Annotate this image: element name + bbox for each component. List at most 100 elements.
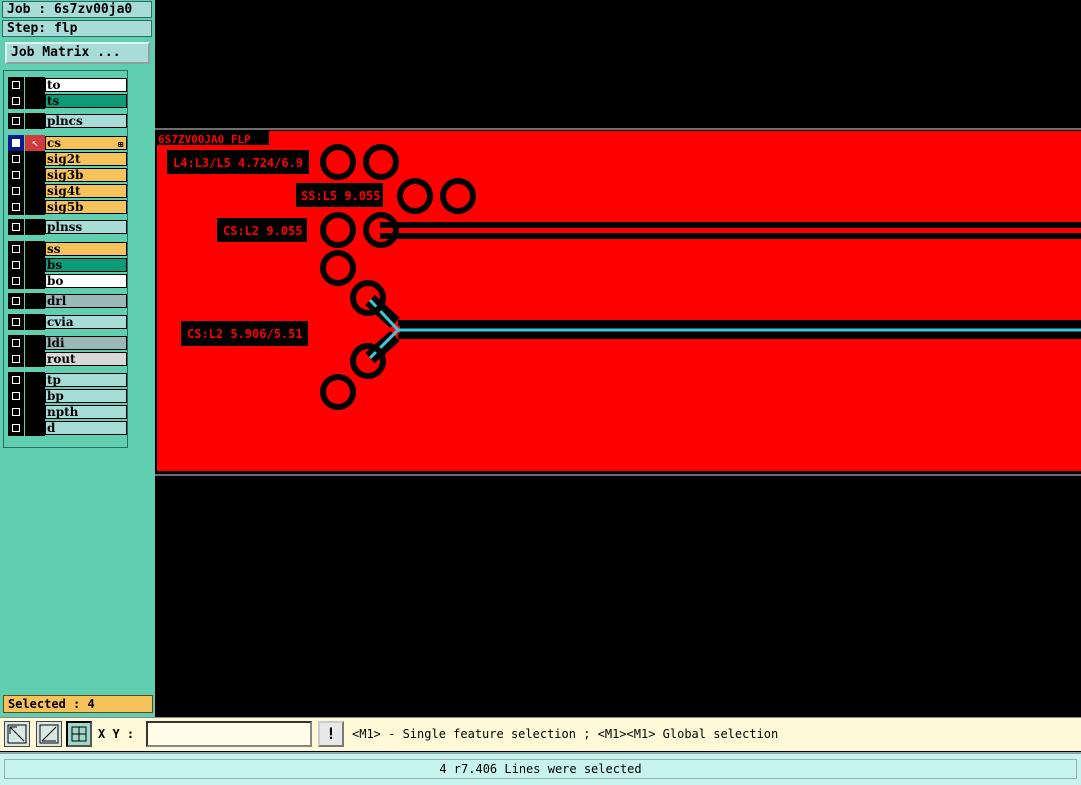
layer-name-text: ss bbox=[47, 242, 61, 256]
layer-name-text: bo bbox=[47, 274, 64, 288]
layer-name[interactable]: tp bbox=[45, 373, 127, 387]
layer-state-cell[interactable] bbox=[25, 293, 45, 309]
layer-name[interactable]: ss bbox=[45, 242, 127, 256]
layer-state-cell[interactable] bbox=[25, 199, 45, 215]
job-matrix-button[interactable]: Job Matrix ... bbox=[5, 42, 150, 64]
layer-state-cell[interactable] bbox=[25, 77, 45, 93]
layer-row-ldi[interactable]: ldi bbox=[8, 335, 128, 351]
layer-row-bo[interactable]: bo bbox=[8, 273, 128, 289]
layer-row-ss[interactable]: ss bbox=[8, 241, 128, 257]
layer-name[interactable]: plnss bbox=[45, 220, 127, 234]
layer-row-cvia[interactable]: cvia bbox=[8, 314, 128, 330]
layer-name[interactable]: ts bbox=[45, 94, 127, 108]
layer-checkbox[interactable] bbox=[8, 257, 24, 273]
layer-row-npth[interactable]: npth bbox=[8, 404, 128, 420]
layer-name[interactable]: plncs bbox=[45, 114, 127, 128]
layer-checkbox[interactable] bbox=[8, 404, 24, 420]
zoom-window-button[interactable] bbox=[4, 721, 30, 747]
layer-name[interactable]: bo bbox=[45, 274, 127, 288]
layer-state-cell[interactable] bbox=[25, 420, 45, 436]
layer-name[interactable]: drl bbox=[45, 294, 127, 308]
layer-checkbox[interactable] bbox=[8, 219, 24, 235]
layer-row-rout[interactable]: rout bbox=[8, 351, 128, 367]
layer-state-cell[interactable] bbox=[25, 113, 45, 129]
layer-state-cell[interactable] bbox=[25, 314, 45, 330]
layer-checkbox[interactable] bbox=[8, 293, 24, 309]
layer-checkbox[interactable] bbox=[8, 199, 24, 215]
layer-checkbox[interactable] bbox=[8, 151, 24, 167]
layer-row-drl[interactable]: drl bbox=[8, 293, 128, 309]
layer-name[interactable]: sig3b bbox=[45, 168, 127, 182]
job-label: Job : 6s7zv00ja0 bbox=[2, 1, 152, 18]
layer-name[interactable]: bs bbox=[45, 258, 127, 272]
layer-row-plnss[interactable]: plnss bbox=[8, 219, 128, 235]
layer-checkbox[interactable] bbox=[8, 93, 24, 109]
layer-state-cell[interactable] bbox=[25, 335, 45, 351]
layer-checkbox[interactable] bbox=[8, 314, 24, 330]
layer-name[interactable]: sig2t bbox=[45, 152, 127, 166]
layer-name[interactable]: npth bbox=[45, 405, 127, 419]
layer-checkbox[interactable] bbox=[8, 167, 24, 183]
step-title-label: 6S7ZV00JA0 FLP bbox=[158, 133, 251, 146]
layer-name[interactable]: ldi bbox=[45, 336, 127, 350]
layer-name-text: cs bbox=[47, 136, 62, 150]
layer-row-bp[interactable]: bp bbox=[8, 388, 128, 404]
layer-name[interactable]: sig4t bbox=[45, 184, 127, 198]
xy-input[interactable] bbox=[146, 721, 312, 747]
layer-name-text: tp bbox=[47, 373, 61, 387]
layer-checkbox[interactable] bbox=[8, 420, 24, 436]
layer-state-cell[interactable] bbox=[25, 241, 45, 257]
layer-checkbox[interactable] bbox=[8, 372, 24, 388]
layer-state-cell[interactable] bbox=[25, 273, 45, 289]
layer-name[interactable]: d bbox=[45, 421, 127, 435]
layer-state-cell[interactable] bbox=[25, 372, 45, 388]
snap-grid-button[interactable] bbox=[66, 721, 92, 747]
layer-checkbox[interactable] bbox=[8, 113, 24, 129]
layer-state-cell[interactable] bbox=[25, 219, 45, 235]
layer-row-sig4t[interactable]: sig4t bbox=[8, 183, 128, 199]
graphic-canvas[interactable]: 6S7ZV00JA0 FLP L4:L3/L5 4.724/6.9 SS:L5 … bbox=[155, 0, 1081, 717]
annotation-label: SS:L5 9.055 bbox=[301, 189, 380, 203]
layer-checkbox[interactable] bbox=[8, 135, 24, 151]
layer-state-cell[interactable] bbox=[25, 183, 45, 199]
layer-state-cell[interactable] bbox=[25, 404, 45, 420]
layer-name[interactable]: to bbox=[45, 78, 127, 92]
layer-row-cs[interactable]: ↖ cs ⊞ bbox=[8, 135, 128, 151]
layer-row-sig5b[interactable]: sig5b bbox=[8, 199, 128, 215]
layer-row-d[interactable]: d bbox=[8, 420, 128, 436]
warning-button[interactable]: ! bbox=[318, 721, 344, 747]
layer-state-cell[interactable] bbox=[25, 257, 45, 273]
layer-state-cell[interactable] bbox=[25, 151, 45, 167]
layer-row-sig2t[interactable]: sig2t bbox=[8, 151, 128, 167]
layer-checkbox[interactable] bbox=[8, 273, 24, 289]
layer-checkbox[interactable] bbox=[8, 335, 24, 351]
layer-row-to[interactable]: to bbox=[8, 77, 128, 93]
layer-checkbox[interactable] bbox=[8, 241, 24, 257]
layer-state-cell[interactable] bbox=[25, 93, 45, 109]
layer-row-sig3b[interactable]: sig3b bbox=[8, 167, 128, 183]
layer-checkbox[interactable] bbox=[8, 183, 24, 199]
work-layer-arrow-icon[interactable]: ↖ bbox=[25, 135, 45, 151]
layer-sidebar: Job : 6s7zv00ja0 Step: flp Job Matrix ..… bbox=[0, 0, 155, 717]
layer-row-bs[interactable]: bs bbox=[8, 257, 128, 273]
layer-row-plncs[interactable]: plncs bbox=[8, 113, 128, 129]
layer-name[interactable]: cs ⊞ bbox=[45, 136, 127, 150]
xy-label: X Y : bbox=[98, 727, 135, 741]
layer-name[interactable]: rout bbox=[45, 352, 127, 366]
measure-icon bbox=[39, 724, 59, 744]
layer-row-tp[interactable]: tp bbox=[8, 372, 128, 388]
measure-button[interactable] bbox=[36, 721, 62, 747]
layer-state-cell[interactable] bbox=[25, 167, 45, 183]
selected-count: Selected : 4 bbox=[3, 695, 153, 713]
layer-row-ts[interactable]: ts bbox=[8, 93, 128, 109]
layer-checkbox[interactable] bbox=[8, 77, 24, 93]
layer-name-text: sig3b bbox=[47, 168, 84, 182]
step-label: Step: flp bbox=[2, 20, 152, 37]
layer-state-cell[interactable] bbox=[25, 388, 45, 404]
layer-state-cell[interactable] bbox=[25, 351, 45, 367]
layer-checkbox[interactable] bbox=[8, 351, 24, 367]
layer-name[interactable]: cvia bbox=[45, 315, 127, 329]
layer-checkbox[interactable] bbox=[8, 388, 24, 404]
layer-name[interactable]: bp bbox=[45, 389, 127, 403]
layer-name[interactable]: sig5b bbox=[45, 200, 127, 214]
